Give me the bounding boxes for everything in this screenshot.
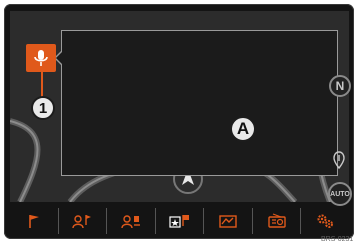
contact-destination-button[interactable] bbox=[59, 208, 108, 234]
map-screen[interactable]: A 1 N AUTO bbox=[10, 11, 352, 206]
callout-1: 1 bbox=[31, 96, 55, 120]
compass-north-icon[interactable]: N bbox=[329, 75, 351, 97]
callout-a: A bbox=[230, 116, 256, 142]
destination-button[interactable] bbox=[10, 208, 59, 234]
navigation-display-bezel: A 1 N AUTO bbox=[4, 4, 354, 239]
traffic-radio-button[interactable] bbox=[253, 208, 302, 234]
map-view-icon bbox=[219, 215, 237, 228]
settings-icon bbox=[317, 214, 334, 228]
auto-zoom-button[interactable]: AUTO bbox=[328, 182, 352, 206]
auto-zoom-label: AUTO bbox=[330, 190, 350, 198]
traffic-radio-icon bbox=[267, 213, 286, 228]
voice-control-popup: A bbox=[54, 30, 338, 176]
destination-flag-icon bbox=[28, 215, 39, 228]
map-pin-icon[interactable] bbox=[333, 151, 345, 169]
contact-destination-icon bbox=[72, 215, 92, 229]
route-options-icon bbox=[121, 215, 140, 229]
figure-reference-code: BRS-0231 bbox=[321, 236, 354, 243]
settings-button[interactable] bbox=[301, 208, 349, 234]
voice-control-button[interactable] bbox=[26, 44, 56, 72]
map-view-button[interactable] bbox=[204, 208, 253, 234]
route-options-button[interactable] bbox=[107, 208, 156, 234]
callout-leader-line bbox=[41, 72, 43, 98]
navigation-menu-bar bbox=[10, 207, 349, 235]
favorites-button[interactable] bbox=[156, 208, 205, 234]
favorites-icon bbox=[168, 215, 189, 228]
microphone-icon bbox=[34, 50, 48, 66]
